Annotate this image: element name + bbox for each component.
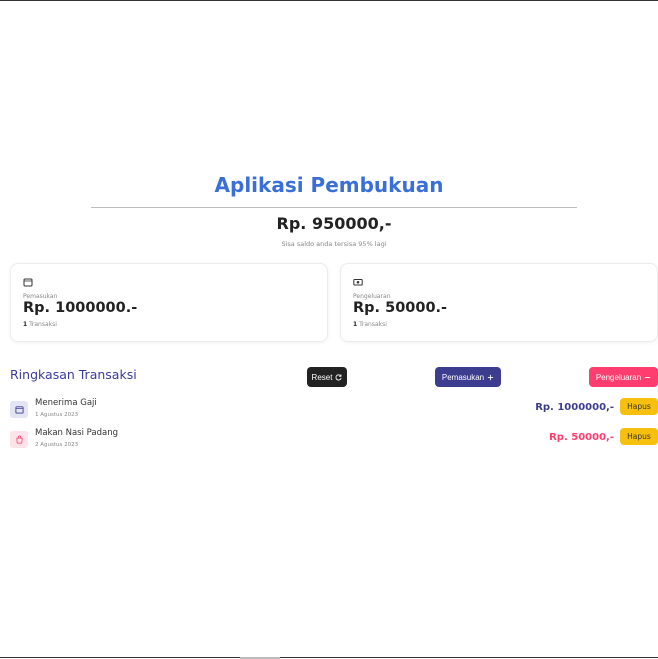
transaction-amount: Rp. 50000,- (549, 432, 614, 443)
transaction-name: Makan Nasi Padang (35, 428, 119, 438)
balance-note: Sisa saldo anda tersisa 95% lagi (281, 240, 387, 248)
transaction-icon-box (10, 431, 28, 448)
summary-title: Ringkasan Transaksi (10, 367, 137, 382)
wallet-icon (14, 406, 24, 414)
add-expense-button[interactable]: Pengeluaran (589, 367, 658, 387)
income-card: Pemasukan Rp. 1000000.- 1 Transaksi (10, 263, 328, 342)
transaction-name: Menerima Gaji (35, 398, 97, 408)
title-divider (91, 207, 577, 208)
transaction-date: 1 Agustus 2023 (35, 412, 79, 418)
refresh-icon (335, 373, 343, 380)
income-card-amount: Rp. 1000000.- (23, 300, 138, 316)
income-card-count: 1 Transaksi (23, 321, 57, 328)
expense-count-suffix: Transaksi (357, 321, 387, 328)
plus-icon (488, 374, 494, 380)
expense-card-label: Pengeluaran (353, 293, 391, 300)
minus-icon (645, 376, 651, 378)
page-title: Aplikasi Pembukuan (214, 173, 444, 197)
top-border (0, 0, 658, 1)
transaction-row: Menerima Gaji 1 Agustus 2023 Rp. 1000000… (10, 398, 658, 420)
add-income-button[interactable]: Pemasukan (435, 367, 501, 387)
bottom-border (0, 657, 658, 658)
transaction-amount: Rp. 1000000,- (535, 402, 614, 413)
income-count-suffix: Transaksi (27, 321, 57, 328)
expense-card-amount: Rp. 50000.- (353, 300, 448, 316)
add-expense-button-label: Pengeluaran (595, 372, 642, 382)
add-income-button-label: Pemasukan (441, 372, 485, 382)
bag-icon (15, 435, 23, 444)
wallet-icon (23, 278, 33, 287)
balance-amount: Rp. 950000,- (276, 214, 392, 233)
delete-button[interactable]: Hapus (620, 398, 658, 415)
transaction-icon-box (10, 401, 28, 418)
cash-icon (353, 279, 363, 286)
reset-button[interactable]: Reset (307, 367, 347, 387)
reset-button-label: Reset (311, 372, 333, 382)
income-card-label: Pemasukan (23, 293, 58, 300)
expense-card-count: 1 Transaksi (353, 321, 387, 328)
delete-button[interactable]: Hapus (620, 428, 658, 445)
expense-card: Pengeluaran Rp. 50000.- 1 Transaksi (340, 263, 658, 342)
transaction-row: Makan Nasi Padang 2 Agustus 2023 Rp. 500… (10, 428, 658, 450)
transaction-date: 2 Agustus 2023 (35, 442, 79, 448)
